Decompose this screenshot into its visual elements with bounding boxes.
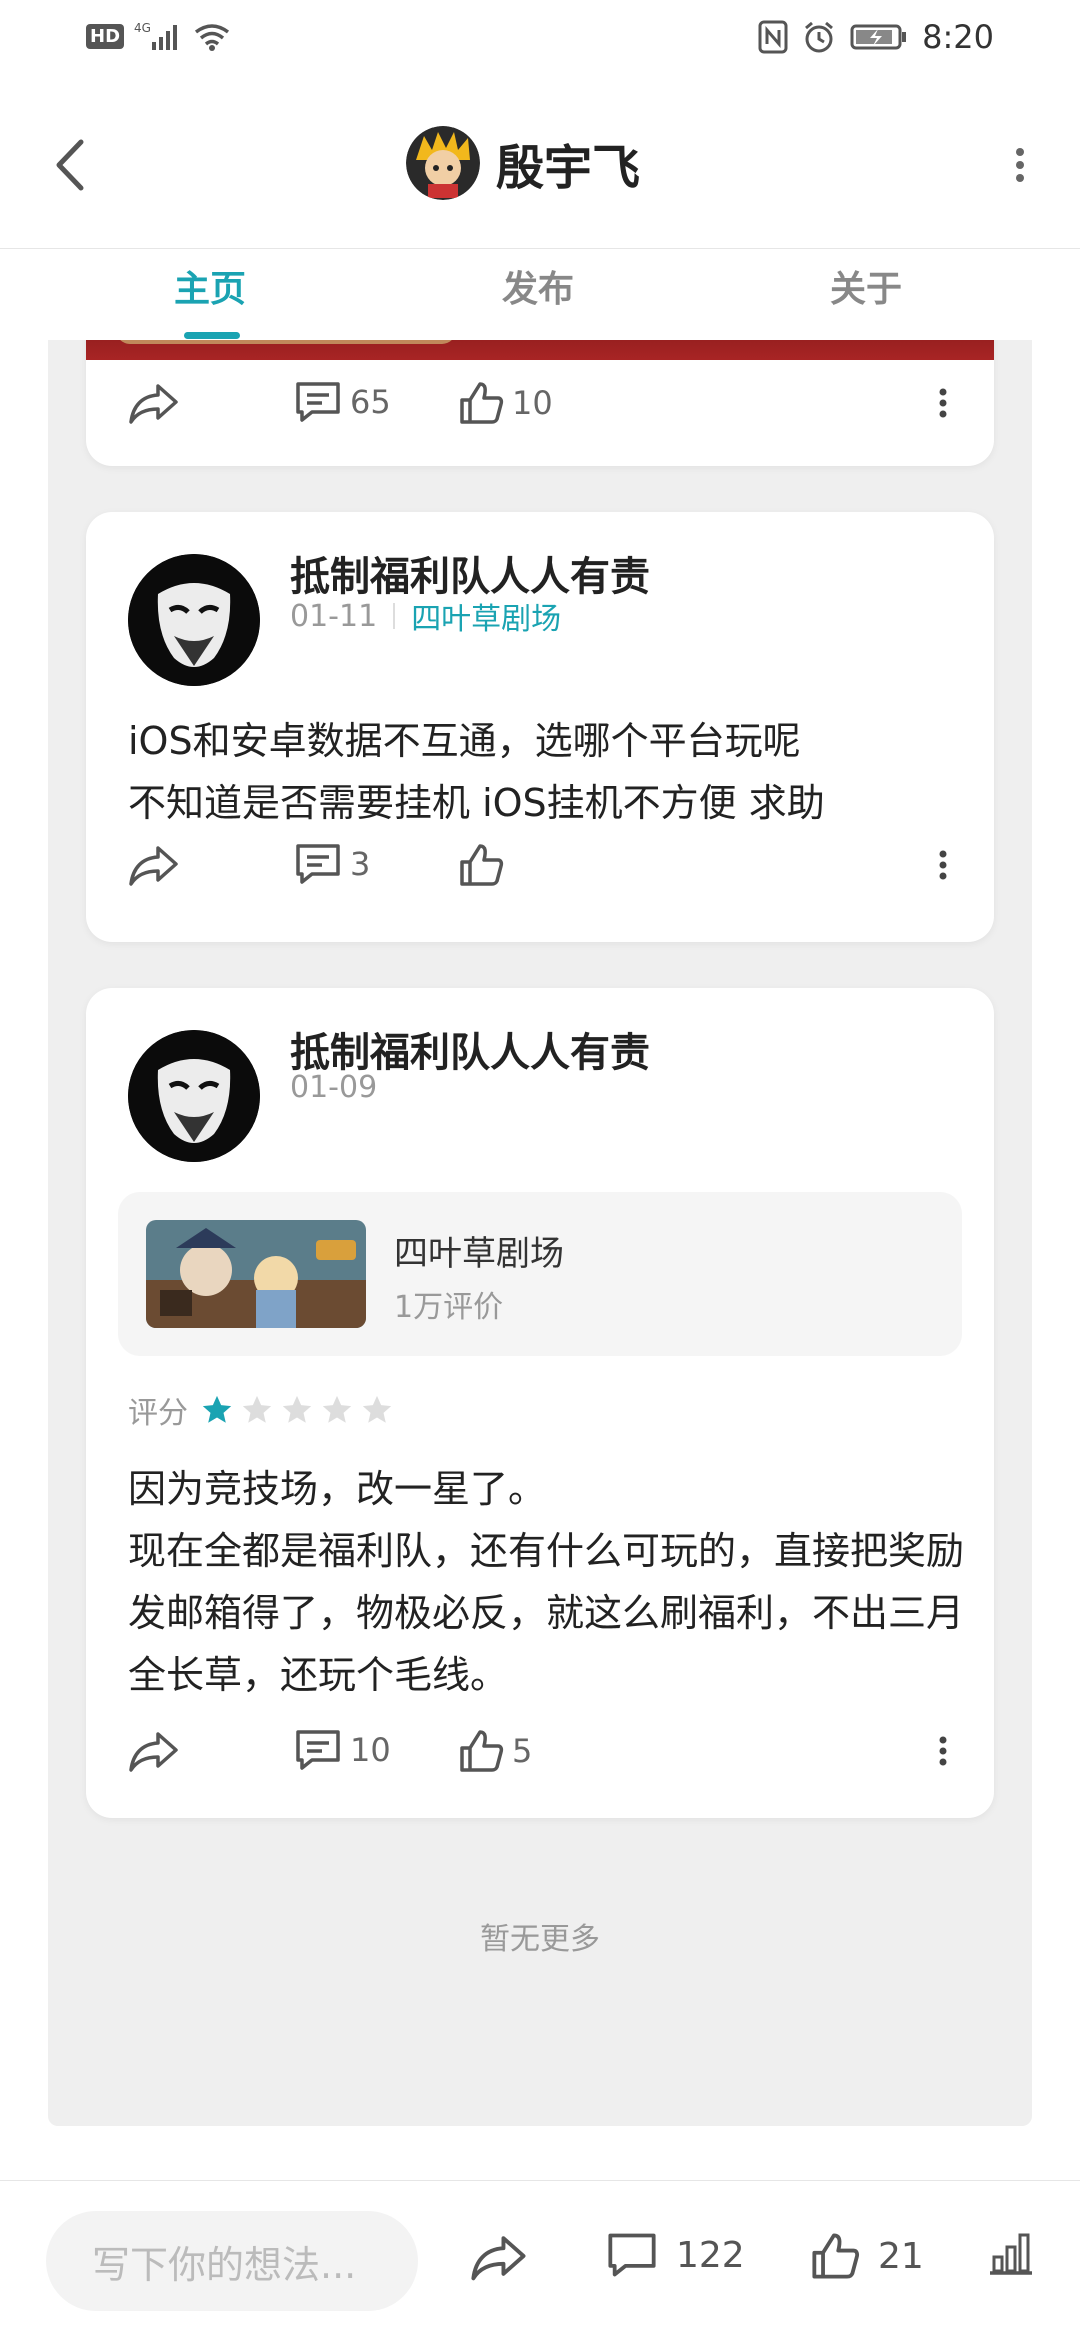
share-icon (129, 846, 178, 886)
comment-icon (296, 382, 340, 422)
comment-icon (296, 844, 340, 884)
top-app-bar: 殷宇飞 (0, 80, 1080, 249)
post-feed[interactable]: 65 10 抵制福利队人人有责 01-11 四叶草剧场 iOS和安卓数据不互通，… (48, 340, 1032, 2126)
post-more-button[interactable] (938, 388, 948, 418)
post-actions: 65 10 (86, 380, 994, 440)
vertical-dots-icon (939, 1736, 947, 1766)
tab-home[interactable]: 主页 (174, 260, 246, 312)
vertical-dots-icon (1016, 148, 1024, 182)
comment-input[interactable]: 写下你的想法... (46, 2211, 418, 2311)
star-empty-icon (242, 1395, 272, 1423)
nfc-icon (758, 20, 788, 54)
comment-count: 65 (350, 383, 391, 421)
share-icon (129, 1732, 178, 1772)
post-meta: 01-11 四叶草剧场 (290, 594, 561, 638)
stats-button[interactable] (986, 2231, 1036, 2277)
profile-tabs: 主页 发布 关于 (0, 250, 1080, 340)
share-button[interactable] (128, 1728, 180, 1772)
comment-icon (608, 2233, 656, 2277)
comment-count: 10 (350, 1731, 391, 1769)
post-body[interactable]: iOS和安卓数据不互通，选哪个平台玩呢 不知道是否需要挂机 iOS挂机不方便 求… (128, 710, 968, 834)
like-button[interactable]: 10 (458, 380, 553, 426)
battery-icon (850, 22, 908, 52)
network-type: 4G (134, 21, 151, 35)
game-review-count: 1万评价 (394, 1290, 504, 1325)
hd-indicator: HD (86, 23, 125, 49)
thumbs-up-icon (812, 2233, 860, 2279)
status-bar: HD 4G 8:20 (0, 0, 1080, 80)
game-tag-link[interactable]: 四叶草剧场 (411, 594, 561, 638)
like-count: 5 (512, 1732, 533, 1770)
thumbs-up-icon (460, 1730, 504, 1772)
game-thumbnail (146, 1220, 366, 1328)
back-button[interactable] (40, 130, 100, 200)
comment-count: 122 (676, 2234, 745, 2276)
signal-icon: 4G (134, 20, 182, 52)
like-count: 10 (512, 384, 553, 422)
clock-time: 8:20 (922, 18, 994, 56)
author-avatar[interactable] (128, 554, 260, 686)
share-button[interactable] (128, 380, 180, 424)
star-empty-icon (282, 1395, 312, 1423)
comment-button[interactable]: 10 (294, 1728, 391, 1772)
more-options-button[interactable] (1000, 140, 1040, 190)
post-date: 01-09 (290, 1070, 378, 1105)
status-right: 8:20 (758, 18, 994, 56)
game-card[interactable]: 四叶草剧场 1万评价 (118, 1192, 962, 1356)
user-avatar[interactable] (406, 126, 480, 200)
like-button[interactable]: 21 (810, 2231, 924, 2281)
share-button[interactable] (128, 842, 180, 886)
post-date: 01-11 (290, 598, 378, 634)
share-button[interactable] (470, 2231, 528, 2281)
thumbs-up-icon (460, 382, 504, 424)
post-image[interactable] (86, 340, 994, 360)
active-tab-indicator (184, 332, 240, 339)
vertical-dots-icon (939, 850, 947, 880)
meta-divider (393, 603, 396, 629)
page-title: 殷宇飞 (496, 140, 641, 196)
author-avatar[interactable] (128, 1030, 260, 1162)
like-button[interactable] (458, 842, 512, 888)
comment-icon (296, 1730, 340, 1770)
share-icon (471, 2236, 526, 2281)
like-button[interactable]: 5 (458, 1728, 532, 1774)
alarm-icon (802, 20, 836, 54)
comment-button[interactable]: 65 (294, 380, 391, 424)
star-empty-icon (322, 1395, 352, 1423)
post-body[interactable]: 因为竞技场，改一星了。 现在全都是福利队，还有什么可玩的，直接把奖励发邮箱得了，… (128, 1458, 968, 1706)
post-card[interactable]: 抵制福利队人人有责 01-09 四叶草剧场 1万评价 评分 因为竞技场，改一星了… (86, 988, 994, 1818)
star-empty-icon (362, 1395, 392, 1423)
post-more-button[interactable] (938, 1736, 948, 1766)
thumbs-up-icon (460, 844, 504, 886)
rating-row: 评分 (128, 1388, 394, 1432)
tab-posts[interactable]: 发布 (502, 260, 574, 312)
rating-label: 评分 (128, 1396, 188, 1431)
back-arrow-icon (56, 139, 84, 191)
star-filled-icon (202, 1395, 232, 1423)
post-more-button[interactable] (938, 850, 948, 880)
tab-about[interactable]: 关于 (830, 260, 902, 312)
comment-count: 3 (350, 845, 371, 883)
star-rating (200, 1393, 394, 1427)
comment-button[interactable]: 3 (294, 842, 370, 886)
game-name: 四叶草剧场 (394, 1234, 564, 1274)
vertical-dots-icon (939, 388, 947, 418)
bar-chart-icon (990, 2233, 1032, 2275)
wifi-icon (192, 20, 232, 52)
comment-button[interactable]: 122 (606, 2231, 745, 2279)
post-meta: 01-09 (290, 1070, 377, 1105)
status-left: HD 4G (86, 20, 232, 52)
profile-heading: 殷宇飞 (406, 126, 640, 200)
share-icon (129, 384, 178, 424)
like-count: 21 (878, 2235, 924, 2277)
post-actions: 10 5 (86, 1728, 994, 1788)
feed-end-text: 暂无更多 (480, 1922, 600, 1957)
bottom-action-bar: 写下你的想法... 122 21 (0, 2180, 1080, 2341)
post-card[interactable]: 65 10 (86, 340, 994, 466)
post-actions: 3 (86, 842, 994, 902)
post-card[interactable]: 抵制福利队人人有责 01-11 四叶草剧场 iOS和安卓数据不互通，选哪个平台玩… (86, 512, 994, 942)
